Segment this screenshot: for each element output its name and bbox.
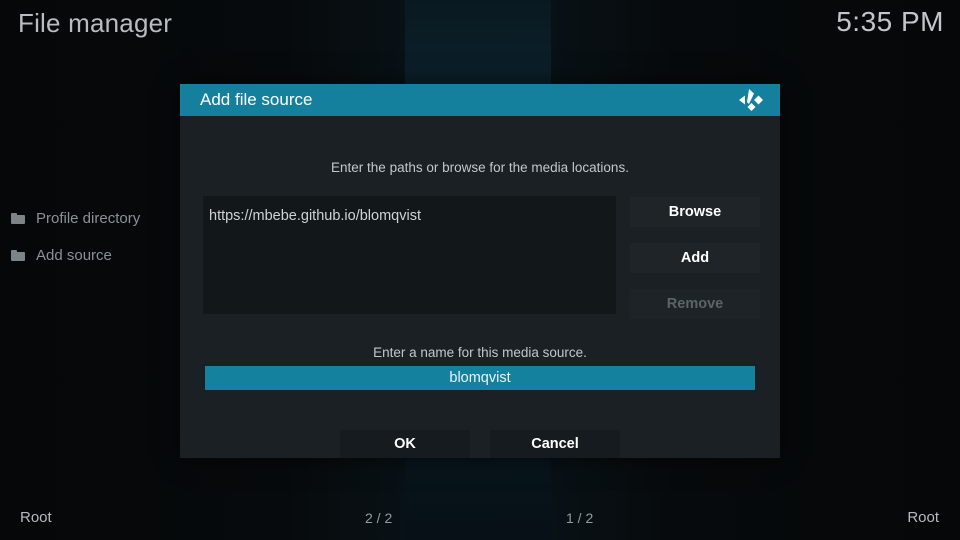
folder-icon [11, 250, 25, 261]
path-entry[interactable]: https://mbebe.github.io/blomqvist [209, 208, 421, 224]
dialog-header: Add file source [180, 84, 780, 116]
status-right-count: 1 / 2 [566, 510, 594, 526]
status-right-label: Root [907, 509, 939, 526]
dialog-title: Add file source [200, 90, 313, 109]
path-list[interactable]: https://mbebe.github.io/blomqvist [203, 196, 616, 314]
sidebar-item-add-source[interactable]: Add source [0, 237, 180, 274]
sidebar-item-label: Add source [36, 247, 112, 264]
kodi-screen: File manager 5:35 PM Profile directory A… [0, 0, 960, 540]
page-title: File manager [18, 8, 173, 38]
top-bar: File manager 5:35 PM [0, 0, 960, 52]
cancel-button[interactable]: Cancel [490, 430, 620, 458]
status-left-label: Root [20, 509, 52, 526]
name-hint: Enter a name for this media source. [373, 345, 587, 360]
status-left-count: 2 / 2 [365, 510, 393, 526]
kodi-logo-icon [738, 87, 766, 113]
remove-button: Remove [630, 289, 760, 319]
sidebar-item-label: Profile directory [36, 210, 141, 227]
add-file-source-dialog: Add file source Enter the paths or brows… [180, 84, 780, 458]
folder-icon [11, 213, 25, 224]
paths-hint: Enter the paths or browse for the media … [331, 160, 629, 175]
add-button[interactable]: Add [630, 243, 760, 273]
dialog-body: Enter the paths or browse for the media … [180, 116, 780, 458]
status-bar: Root 2 / 2 1 / 2 Root [0, 498, 960, 540]
ok-button[interactable]: OK [340, 430, 470, 458]
source-name-input[interactable]: blomqvist [205, 366, 755, 390]
sidebar: Profile directory Add source [0, 200, 180, 274]
clock: 5:35 PM [836, 6, 944, 37]
sidebar-item-profile-directory[interactable]: Profile directory [0, 200, 180, 237]
browse-button[interactable]: Browse [630, 197, 760, 227]
